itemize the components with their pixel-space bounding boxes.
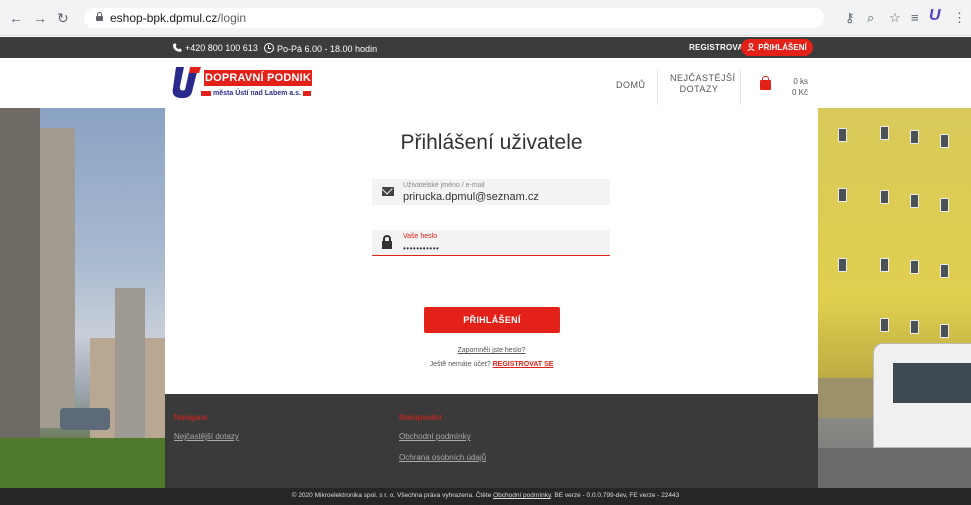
password-label: Vaše heslo [403, 233, 438, 240]
logo-title: DOPRAVNÍ PODNIK [204, 70, 312, 86]
phone-contact: +420 800 100 613 [173, 42, 258, 53]
no-account-text: Ještě nemáte účet? REGISTROVAT SE [429, 361, 554, 368]
browser-toolbar: ← → ↻ eshop-bpk.dpmul.cz/login ⚷ ⌕ ☆ ≡ U… [0, 0, 971, 36]
forgot-password-link[interactable]: Zapomněli jste heslo? [165, 347, 818, 354]
footer-faq-link[interactable]: Nejčastější dotazy [174, 432, 239, 441]
password-field[interactable]: Vaše heslo ••••••••••• [372, 230, 610, 256]
nav-faq[interactable]: NEJČASTĚJŠÍ DOTAZY [670, 73, 735, 95]
register-link[interactable]: REGISTROVAT [689, 43, 748, 52]
page-title: Přihlášení uživatele [400, 131, 583, 154]
nav-home[interactable]: DOMŮ [616, 80, 646, 90]
footer-shop-heading: Nakupování [399, 413, 442, 422]
mail-icon [382, 187, 394, 196]
footer-terms-link[interactable]: Obchodní podmínky [399, 432, 471, 441]
phone-icon [173, 43, 182, 52]
login-submit-button[interactable]: PŘIHLÁŠENÍ [424, 307, 560, 333]
username-label: Uživatelské jméno / e-mail [403, 182, 485, 189]
footer-privacy-link[interactable]: Ochrana osobních údajů [399, 453, 486, 462]
logo-subtitle: města Ústí nad Labem a.s. [196, 90, 316, 100]
star-icon[interactable]: ☆ [889, 10, 901, 26]
top-login-button[interactable]: PŘIHLÁŠENÍ [741, 39, 813, 56]
username-input[interactable]: prirucka.dpmul@seznam.cz [403, 191, 539, 203]
reload-icon[interactable]: ↻ [57, 10, 69, 26]
username-field[interactable]: Uživatelské jméno / e-mail prirucka.dpmu… [372, 179, 610, 205]
forward-icon[interactable]: → [33, 10, 47, 26]
cart-icon[interactable] [760, 76, 771, 90]
nav-divider [657, 70, 658, 105]
background-photo-left [0, 108, 165, 488]
user-icon [747, 43, 755, 51]
reading-list-icon[interactable]: ≡ [911, 10, 919, 25]
lock-icon [96, 12, 103, 21]
cart-total: 0 Kč [791, 88, 808, 97]
zoom-icon[interactable]: ⌕ [867, 10, 874, 26]
menu-dots-icon[interactable]: ⋮ [953, 10, 966, 26]
footer-nav-heading: Navigace [174, 413, 208, 422]
extension-logo-icon[interactable]: U [929, 7, 941, 25]
back-icon[interactable]: ← [9, 10, 23, 26]
opening-hours: Po-Pá 6.00 - 18.00 hodin [264, 42, 377, 54]
register-link-inline[interactable]: REGISTROVAT SE [493, 361, 554, 368]
nav-divider [740, 70, 741, 105]
cart-summary[interactable]: 0 ks 0 Kč [780, 76, 808, 98]
footer [165, 394, 818, 488]
lock-icon [382, 235, 392, 249]
copyright-text: © 2020 Mikroelektronika spol. s r. o. Vš… [291, 492, 680, 499]
key-icon[interactable]: ⚷ [845, 10, 855, 26]
top-info-bar: +420 800 100 613 Po-Pá 6.00 - 18.00 hodi… [0, 37, 971, 58]
site-header [0, 58, 971, 108]
background-photo-right [818, 108, 971, 488]
cart-count: 0 ks [793, 77, 808, 86]
clock-icon [264, 43, 274, 53]
url-text[interactable]: eshop-bpk.dpmul.cz/login [110, 11, 246, 25]
copyright-terms-link[interactable]: Obchodní podmínky [493, 492, 551, 499]
password-input[interactable]: ••••••••••• [403, 244, 439, 253]
